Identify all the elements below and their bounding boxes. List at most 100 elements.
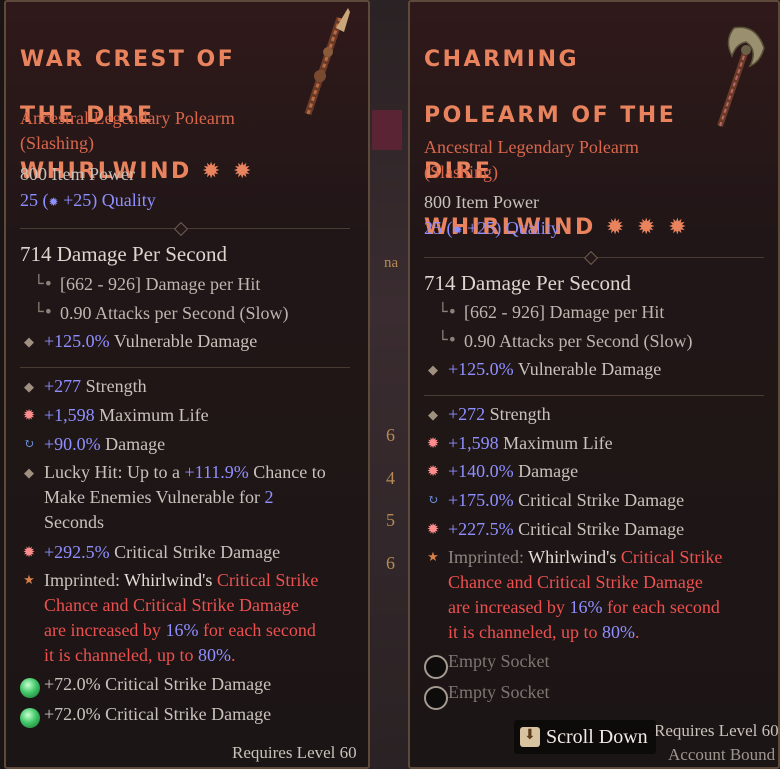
diamond-bullet-icon: ◆ [24,465,34,480]
imprint-text: it is channeled, up to 80%. [44,645,235,666]
background-glyph: 5 [386,510,395,530]
affix-value: +277 [44,376,82,396]
affix-label: Maximum Life [99,405,209,425]
imprint-prefix: Imprinted: [448,547,529,567]
item-title-line: Charming [424,47,580,72]
affix-label: Critical Strike Damage [114,542,281,562]
implicit-label: Vulnerable Damage [113,331,258,351]
affix-row: +227.5% Critical Strike Damage [448,519,684,540]
star-bullet-icon: ✹ [426,436,440,452]
affix-value: +1,598 [44,405,95,425]
affix-value: +140.0% [448,461,514,481]
affix-row: +272 Strength [448,404,551,425]
background-inventory-strip: na 6 4 5 6 [366,0,410,769]
affix-text: Make Enemies Vulnerable for [44,487,265,507]
item-title: War Crest of the Dire Whirlwind ✹ ✹ [20,18,254,186]
affix-row: +90.0% Damage [44,434,165,455]
affix-label: Damage [105,434,166,454]
background-glyph: 4 [386,468,395,488]
imprint-text: are increased by 16% for each second [448,597,720,618]
affix-value: +175.0% [448,490,514,510]
quality-label: Quality [101,190,156,210]
attacks-per-second: 0.90 Attacks per Second (Slow) [464,331,693,351]
empty-socket-icon [424,655,448,679]
emerald-gem-icon [20,678,40,698]
affix-row-continued: Make Enemies Vulnerable for 2 [44,487,274,508]
affix-value: +292.5% [44,542,110,562]
imprint-text: Critical Strike [620,547,723,567]
affix-value: 2 [264,487,274,507]
star-bullet-icon: ✹ [426,464,440,480]
implicit-affix: +125.0% Vulnerable Damage [44,331,257,352]
quality-base: 25 ( [424,218,453,238]
polearm-weapon-icon [717,26,765,127]
socketed-gem-bonus: +72.0% Critical Strike Damage [44,704,272,724]
affix-value: +90.0% [44,434,101,454]
imprint-value: 16% [165,620,199,640]
separator-ornament [173,221,189,237]
quality-star-icon: ✹ [48,195,59,209]
imprint-text: . [230,645,236,665]
empty-socket-icon [424,686,448,710]
affix-row: +1,598 Maximum Life [44,405,209,426]
imprint-text: for each second [198,620,316,640]
tree-branch-icon: └• [34,302,54,321]
star-bullet-icon: ✹ [22,545,36,561]
attacks-per-second: 0.90 Attacks per Second (Slow) [60,303,289,323]
separator [424,395,764,396]
swirl-bullet-icon: ↻ [427,492,439,507]
diamond-bullet-icon: ◆ [428,407,438,422]
affix-text: Chance to [248,462,326,482]
scroll-down-key-icon [520,727,540,747]
damage-per-second: 714 Damage Per Second [20,242,228,266]
scroll-down-label: Scroll Down [546,725,648,748]
imprint-skill: Whirlwind's [528,547,621,567]
implicit-affix: +125.0% Vulnerable Damage [448,359,661,380]
affix-row: Lucky Hit: Up to a +111.9% Chance to [44,462,326,483]
affix-label: Damage [518,461,579,481]
damage-per-second: 714 Damage Per Second [424,271,632,295]
affix-row: +175.0% Critical Strike Damage [448,490,684,511]
implicit-value: +125.0% [44,331,110,351]
imprint-text: it is channeled, up to [448,622,602,642]
item-damage-type: (Slashing) [424,162,498,182]
affix-label: Strength [489,404,551,424]
tree-branch-icon: └• [438,330,458,349]
scroll-down-hint[interactable]: Scroll Down [514,720,656,754]
item-title-line: Polearm of the [424,103,677,128]
level-requirement: Requires Level 60 [232,743,357,762]
affix-value: +1,598 [448,433,499,453]
imprint-text: are increased by [448,597,570,617]
affix-value: +111.9% [184,462,249,482]
affix-label: Maximum Life [503,433,613,453]
imprint-text: Chance and Critical Strike Damage [448,572,703,592]
item-quality: 25 (✹ +25) Quality [424,218,560,239]
separator [20,367,350,368]
affix-label: Critical Strike Damage [518,519,685,539]
background-glyph: 6 [386,553,395,573]
imprint-icon: ★ [427,549,439,564]
affix-label: Strength [85,376,147,396]
background-glyph: na [384,255,399,271]
level-requirement: Requires Level 60 [654,721,779,740]
affix-value: +272 [448,404,486,424]
affix-row: +1,598 Maximum Life [448,433,613,454]
tree-branch-icon: └• [34,274,54,293]
imprinted-aspect: Imprinted: Whirlwind's Critical Strike [448,547,722,568]
quality-bonus: +25) [63,190,98,210]
imprint-text: . [634,622,640,642]
damage-per-hit: [662 - 926] Damage per Hit [464,302,665,322]
item-quality: 25 (✹ +25) Quality [20,190,156,211]
item-type: Ancestral Legendary Polearm [20,108,235,128]
imprint-text: it is channeled, up to [44,645,198,665]
star-bullet-icon: ✹ [22,408,36,424]
imprint-skill: Whirlwind's [124,570,217,590]
item-title-line: War Crest of [20,47,236,72]
account-bound-label: Account Bound [668,745,776,764]
imprint-text: Critical Strike [216,570,319,590]
item-tooltip-right: Charming Polearm of the Dire Whirlwind ✹… [408,0,780,769]
imprinted-aspect: Imprinted: Whirlwind's Critical Strike [44,570,318,591]
imprint-icon: ★ [23,572,35,587]
diamond-bullet-icon: ◆ [24,379,34,394]
swirl-bullet-icon: ↻ [23,436,35,451]
